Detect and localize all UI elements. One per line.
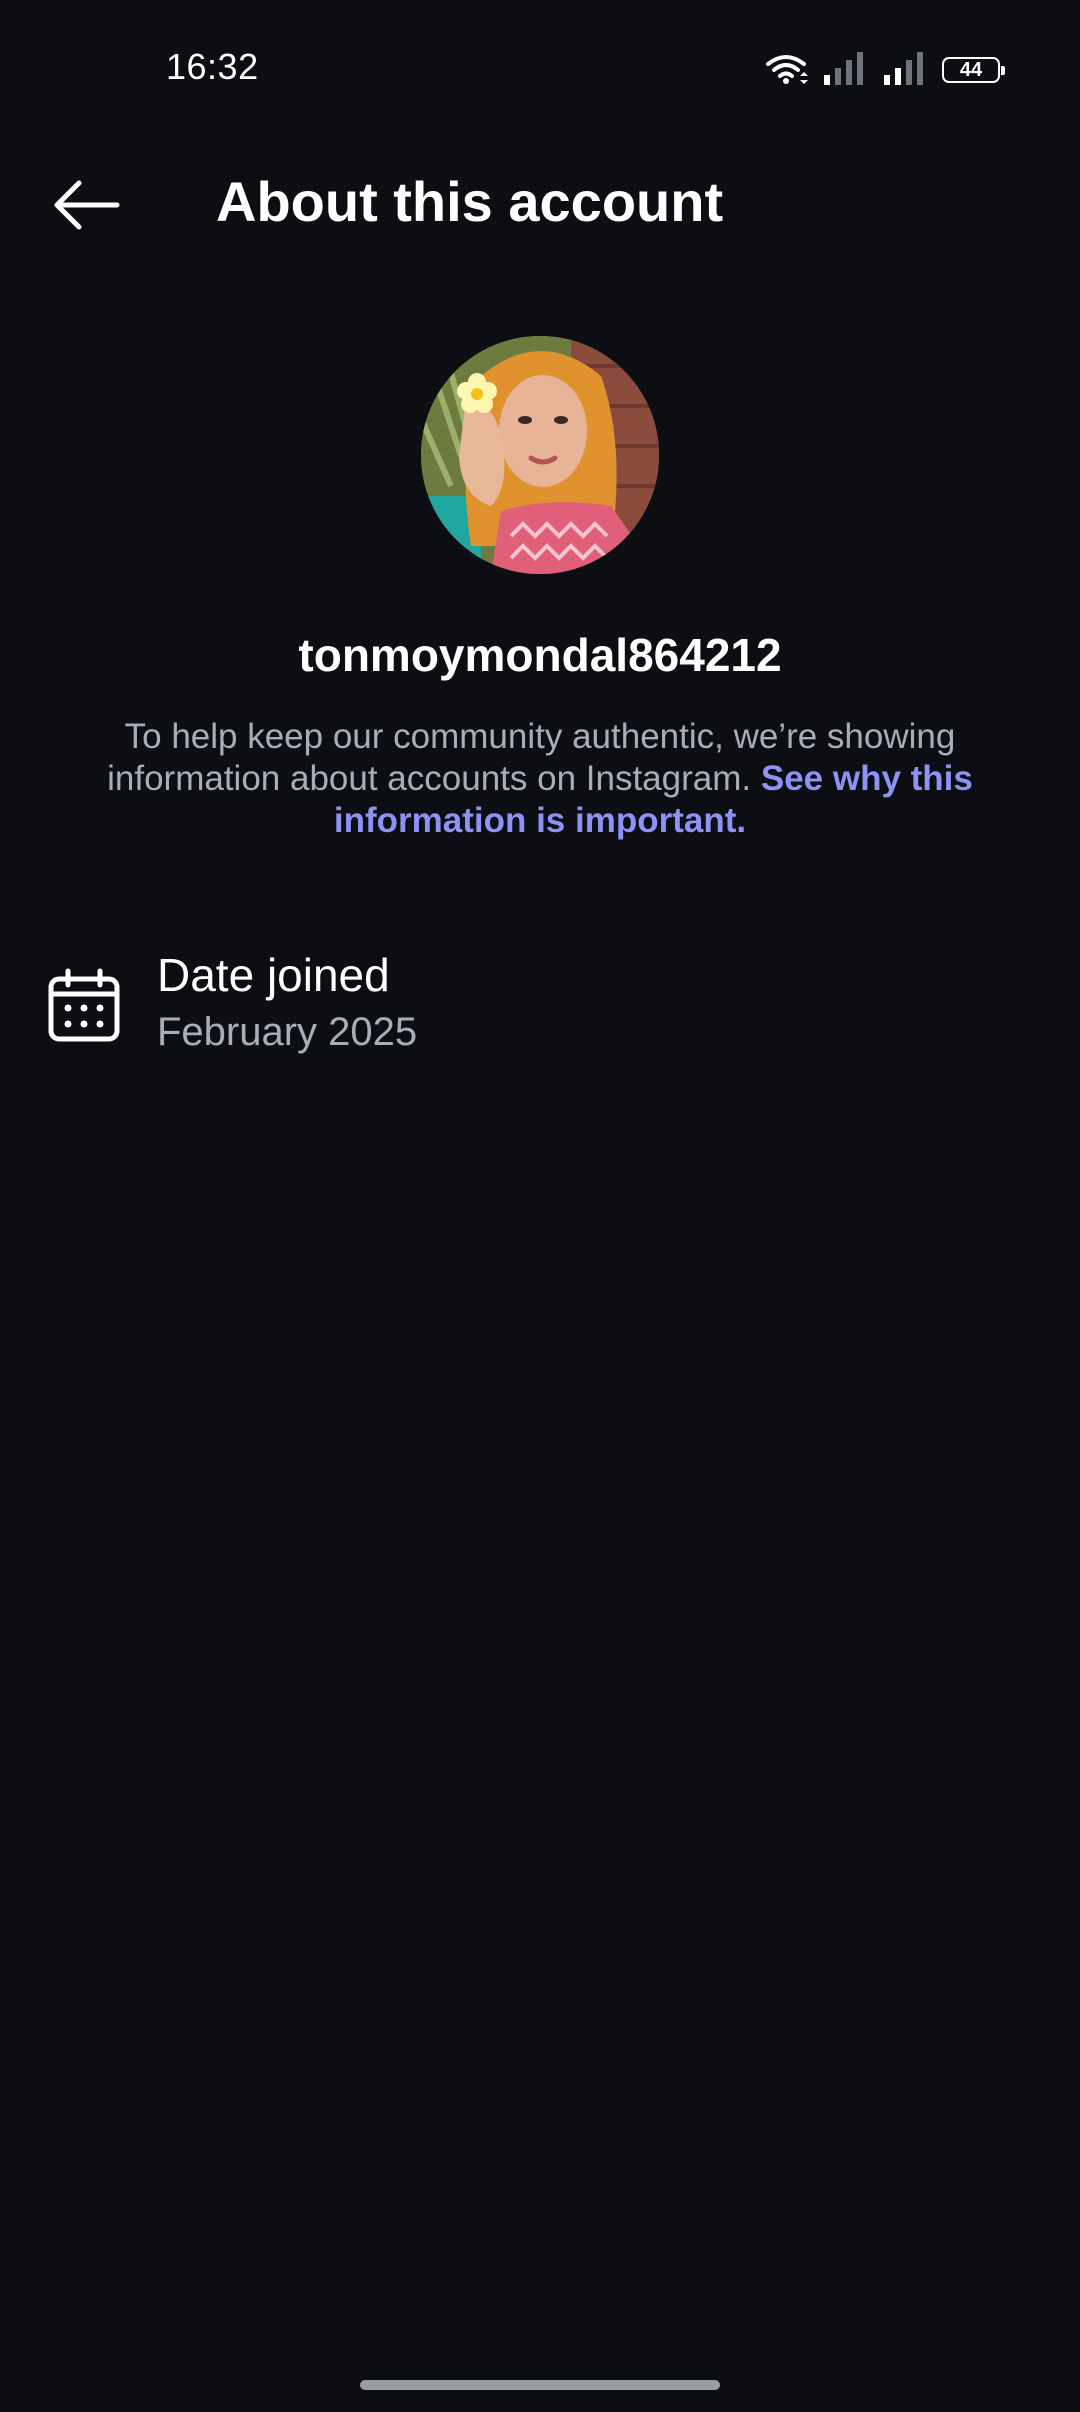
status-bar: 16:32 44 (0, 0, 1080, 140)
date-joined-label: Date joined (157, 949, 390, 1001)
username: tonmoymondal864212 (298, 629, 782, 681)
calendar-icon (46, 968, 122, 1044)
header: About this account (0, 150, 1080, 260)
signal-sim2-icon (882, 51, 928, 90)
date-joined-value: February 2025 (157, 1010, 418, 1054)
back-button[interactable] (40, 172, 130, 242)
arrow-left-icon (49, 177, 121, 238)
account-info-description: To help keep our community authentic, we… (100, 716, 980, 842)
date-joined-row: Date joined February 2025 (0, 940, 1080, 1070)
status-time: 16:32 (166, 46, 259, 87)
home-indicator[interactable] (360, 2380, 720, 2390)
signal-sim1-icon (822, 51, 868, 90)
avatar (421, 336, 659, 574)
status-icons: 44 (764, 48, 1005, 92)
battery-icon: 44 (942, 57, 1005, 83)
battery-level: 44 (959, 59, 983, 81)
wifi-icon (764, 50, 808, 91)
page-title: About this account (216, 170, 724, 233)
